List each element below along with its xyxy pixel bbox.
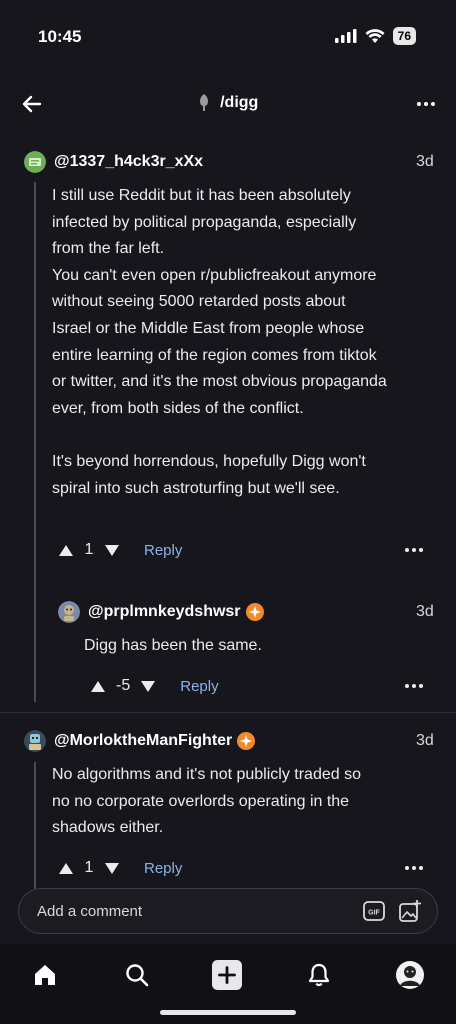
home-tab[interactable] xyxy=(30,960,60,990)
create-tab[interactable] xyxy=(212,960,242,990)
reply-button[interactable]: Reply xyxy=(144,542,182,559)
create-icon xyxy=(212,960,242,990)
battery-indicator: 76 xyxy=(392,27,416,45)
member-badge-icon xyxy=(237,732,256,750)
downvote-button[interactable] xyxy=(102,540,122,560)
community-title[interactable]: /digg xyxy=(0,94,456,112)
avatar-image xyxy=(58,601,80,623)
vote-score: -5 xyxy=(116,677,131,694)
comment-actions: 1 Reply xyxy=(56,856,182,880)
signal-icon xyxy=(334,29,357,43)
add-image-icon[interactable] xyxy=(399,900,421,922)
status-time: 10:45 xyxy=(38,27,82,46)
home-icon xyxy=(35,965,55,985)
comment-body: Digg has been the same. xyxy=(84,637,262,654)
home-indicator xyxy=(160,1010,296,1015)
reply-button[interactable]: Reply xyxy=(180,678,218,695)
comment-header: @prplmnkeydshwsr xyxy=(58,601,264,623)
vote-score: 1 xyxy=(84,541,94,558)
downvote-icon xyxy=(141,680,156,692)
status-bar: 10:45 76 xyxy=(0,0,456,72)
upvote-icon xyxy=(59,544,73,556)
comment-username[interactable]: @MorloktheManFighter xyxy=(54,732,232,750)
comment-age: 3d xyxy=(416,603,434,620)
nav-header: /digg xyxy=(0,86,456,122)
comment-age: 3d xyxy=(416,732,434,749)
upvote-button[interactable] xyxy=(56,540,76,560)
comment-actions: 1 Reply xyxy=(56,538,182,562)
comment-more-icon[interactable] xyxy=(404,540,424,560)
comment-username[interactable]: @prplmnkeydshwsr xyxy=(88,603,241,621)
reply-button[interactable]: Reply xyxy=(144,860,182,877)
comment-body: No algorithms and it's not publicly trad… xyxy=(52,766,361,837)
vote-score: 1 xyxy=(84,859,94,876)
comment-composer[interactable]: Add a comment GIF xyxy=(18,888,438,934)
comment-age: 3d xyxy=(416,153,434,170)
upvote-icon xyxy=(59,862,73,874)
downvote-icon xyxy=(105,544,119,556)
comment-divider xyxy=(0,712,456,713)
comment-more-icon[interactable] xyxy=(404,858,424,878)
upvote-button[interactable] xyxy=(56,858,76,878)
search-tab[interactable] xyxy=(122,960,152,990)
comment-more-icon[interactable] xyxy=(404,676,424,696)
avatar-image xyxy=(24,151,46,173)
community-name: /digg xyxy=(220,94,259,112)
comment-input[interactable]: Add a comment xyxy=(37,903,142,920)
comment-header: @1337_h4ck3r_xXx xyxy=(24,151,203,173)
avatar[interactable] xyxy=(24,151,46,173)
svg-text:GIF: GIF xyxy=(368,910,380,917)
avatar[interactable] xyxy=(24,730,46,752)
bottom-tab-bar xyxy=(0,944,456,1024)
avatar[interactable] xyxy=(58,601,80,623)
downvote-icon xyxy=(105,862,119,874)
digg-shovel-icon xyxy=(199,94,208,111)
wifi-icon xyxy=(365,28,385,43)
gif-icon[interactable]: GIF xyxy=(363,901,385,921)
comment-body: I still use Reddit but it has been absol… xyxy=(52,187,387,497)
search-icon xyxy=(126,964,149,987)
notifications-tab[interactable] xyxy=(304,960,334,990)
thread-line[interactable] xyxy=(34,182,36,702)
notifications-icon xyxy=(308,963,330,987)
member-badge-icon xyxy=(245,603,264,621)
downvote-button[interactable] xyxy=(102,858,122,878)
profile-icon xyxy=(396,961,424,989)
downvote-button[interactable] xyxy=(138,676,158,696)
comment-username[interactable]: @1337_h4ck3r_xXx xyxy=(54,153,203,171)
avatar-image xyxy=(24,730,46,752)
thread-line[interactable] xyxy=(34,762,36,892)
more-options-icon[interactable] xyxy=(416,94,436,114)
upvote-icon xyxy=(91,680,105,692)
profile-tab[interactable] xyxy=(395,960,425,990)
status-icons: 76 xyxy=(334,27,416,45)
upvote-button[interactable] xyxy=(88,676,108,696)
comment-header: @MorloktheManFighter xyxy=(24,730,256,752)
comment-actions: -5 Reply xyxy=(88,674,219,698)
